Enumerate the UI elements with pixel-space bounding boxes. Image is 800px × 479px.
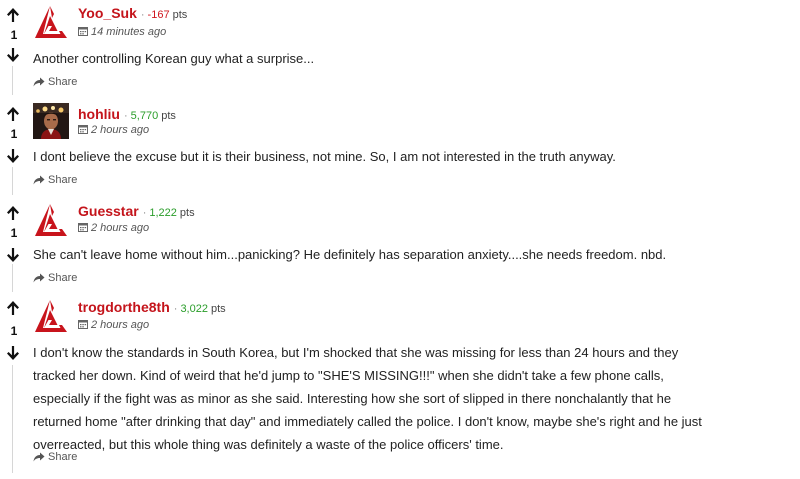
avatar[interactable] bbox=[33, 298, 69, 334]
avatar[interactable] bbox=[33, 4, 69, 40]
points-label: pts bbox=[172, 9, 188, 21]
brand-logo-icon bbox=[33, 298, 69, 334]
comment: 1 Guesstar · 1,222 pts 2 hours ago She can'… bbox=[0, 196, 800, 292]
thread-line bbox=[12, 167, 13, 195]
username-link[interactable]: hohliu bbox=[78, 106, 120, 122]
comment-list: 1 Yoo_Suk · -167 pts 14 minutes ago Another… bbox=[0, 0, 800, 479]
vote-score: 1 bbox=[10, 324, 18, 338]
share-label: Share bbox=[48, 451, 78, 463]
separator: · bbox=[173, 303, 178, 315]
comment: 1 Yoo_Suk · -167 pts 14 minutes ago Another… bbox=[0, 0, 800, 95]
separator: · bbox=[124, 110, 128, 122]
user-points: 1,222 bbox=[149, 207, 177, 219]
arrow-down-icon[interactable] bbox=[4, 246, 22, 264]
thread-line bbox=[12, 264, 13, 292]
vote-score: 1 bbox=[10, 28, 18, 42]
comment-header: Guesstar · 1,222 pts bbox=[78, 203, 195, 221]
timestamp: 2 hours ago bbox=[78, 222, 149, 234]
share-icon bbox=[33, 175, 45, 185]
share-label: Share bbox=[48, 174, 78, 186]
calendar-icon bbox=[78, 124, 88, 134]
share-label: Share bbox=[48, 272, 78, 284]
timestamp: 14 minutes ago bbox=[78, 26, 166, 38]
thread-line bbox=[12, 365, 13, 473]
share-button[interactable]: Share bbox=[33, 272, 77, 284]
brand-logo-icon bbox=[33, 4, 69, 40]
share-icon bbox=[33, 452, 45, 462]
arrow-up-icon[interactable] bbox=[4, 204, 22, 222]
comment: 1 trogdorthe8th · 3,022 pts 2 hours ago I d… bbox=[0, 293, 800, 479]
share-button[interactable]: Share bbox=[33, 451, 77, 463]
timestamp: 2 hours ago bbox=[78, 319, 149, 331]
points-label: pts bbox=[210, 303, 226, 315]
comment-body: She can't leave home without him...panic… bbox=[33, 247, 667, 262]
calendar-icon bbox=[78, 319, 88, 329]
arrow-up-icon[interactable] bbox=[4, 299, 22, 317]
user-points: -167 bbox=[147, 9, 170, 21]
timestamp-text: 14 minutes ago bbox=[91, 26, 167, 38]
comment-header: trogdorthe8th · 3,022 pts bbox=[78, 299, 226, 317]
user-points: 3,022 bbox=[180, 303, 208, 315]
username-link[interactable]: Guesstar bbox=[78, 203, 139, 219]
arrow-down-icon[interactable] bbox=[4, 147, 22, 165]
brand-logo-icon bbox=[33, 202, 69, 238]
arrow-down-icon[interactable] bbox=[4, 344, 22, 362]
username-link[interactable]: Yoo_Suk bbox=[78, 5, 137, 21]
avatar[interactable] bbox=[33, 202, 69, 238]
share-label: Share bbox=[48, 76, 78, 88]
arrow-up-icon[interactable] bbox=[4, 6, 22, 24]
share-icon bbox=[33, 77, 45, 87]
vote-score: 1 bbox=[10, 127, 18, 141]
comment-body: Another controlling Korean guy what a su… bbox=[33, 51, 315, 66]
arrow-up-icon[interactable] bbox=[4, 105, 22, 123]
points-label: pts bbox=[179, 207, 195, 219]
username-link[interactable]: trogdorthe8th bbox=[78, 299, 170, 315]
comment-body: I don't know the standards in South Kore… bbox=[33, 345, 702, 452]
points-label: pts bbox=[161, 110, 176, 122]
user-photo-icon bbox=[33, 103, 69, 139]
arrow-down-icon[interactable] bbox=[4, 46, 22, 64]
share-icon bbox=[33, 273, 45, 283]
user-points: 5,770 bbox=[130, 110, 159, 122]
timestamp-text: 2 hours ago bbox=[91, 319, 150, 331]
timestamp-text: 2 hours ago bbox=[91, 124, 150, 136]
thread-line bbox=[12, 66, 13, 95]
comment: 1 hohliu · 5,770 pts 2 hours ago I dont … bbox=[0, 97, 800, 195]
calendar-icon bbox=[78, 222, 88, 232]
timestamp: 2 hours ago bbox=[78, 124, 149, 136]
share-button[interactable]: Share bbox=[33, 76, 77, 88]
calendar-icon bbox=[78, 26, 88, 36]
comment-body: I dont believe the excuse but it is thei… bbox=[33, 149, 616, 164]
vote-score: 1 bbox=[10, 226, 18, 240]
separator: · bbox=[140, 9, 145, 21]
comment-header: Yoo_Suk · -167 pts bbox=[78, 5, 187, 23]
timestamp-text: 2 hours ago bbox=[91, 222, 150, 234]
share-button[interactable]: Share bbox=[33, 174, 77, 186]
comment-header: hohliu · 5,770 pts bbox=[78, 106, 176, 124]
avatar[interactable] bbox=[33, 103, 69, 139]
separator: · bbox=[142, 207, 147, 219]
